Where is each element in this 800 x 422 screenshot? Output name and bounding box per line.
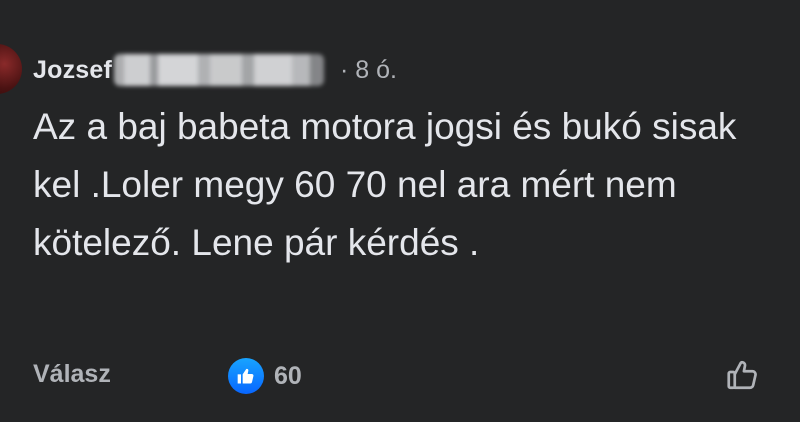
like-count: 60	[274, 361, 302, 390]
reply-button[interactable]: Válasz	[33, 360, 111, 389]
comment-text: Az a baj babeta motora jogsi és bukó sis…	[33, 106, 737, 263]
like-thumb-icon	[228, 358, 264, 394]
comment-header: Jozsef · 8 ó.	[33, 50, 397, 90]
avatar[interactable]	[0, 44, 22, 94]
comment-timestamp[interactable]: · 8 ó.	[340, 56, 397, 85]
reaction-summary[interactable]: 60	[228, 358, 302, 394]
like-button[interactable]	[722, 356, 764, 398]
author-name[interactable]: Jozsef	[33, 56, 112, 85]
redacted-name-blur	[114, 54, 325, 86]
thumbs-up-outline-icon	[725, 357, 761, 398]
